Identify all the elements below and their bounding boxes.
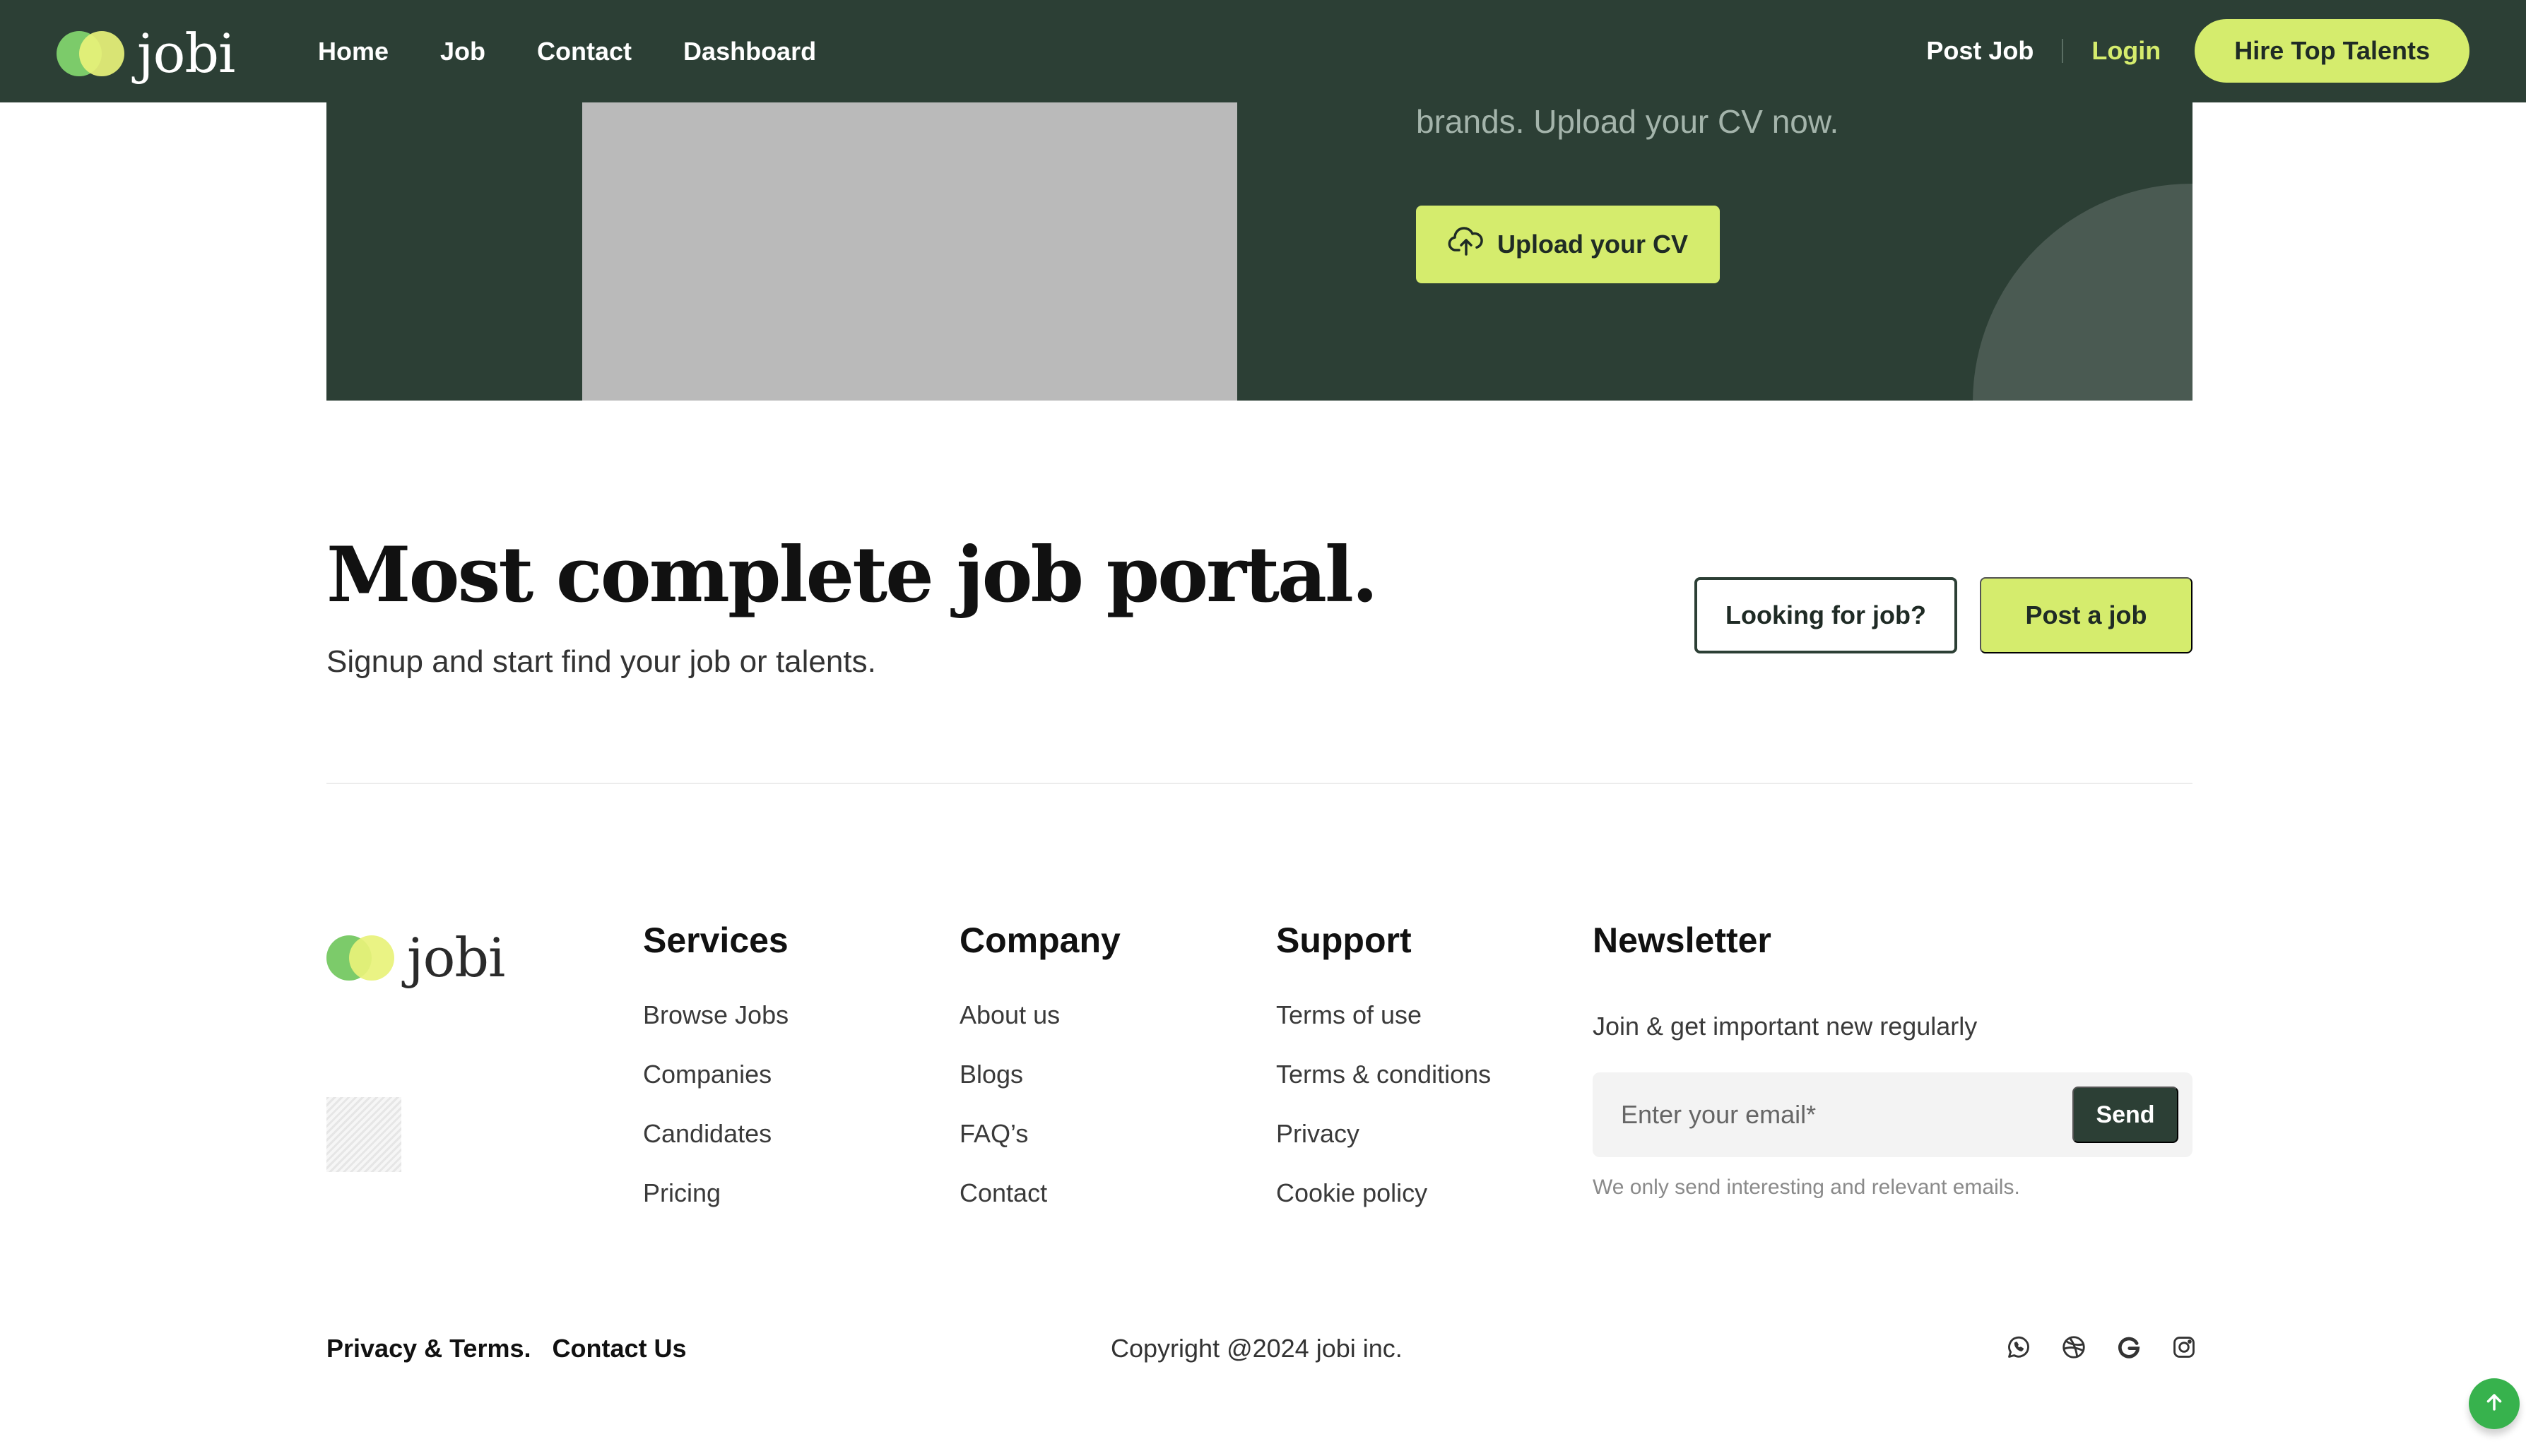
cta-subtitle: Signup and start find your job or talent…	[326, 644, 876, 679]
footer-link-browse-jobs[interactable]: Browse Jobs	[643, 1000, 789, 1060]
footer-link-terms-of-use[interactable]: Terms of use	[1276, 1000, 1491, 1060]
top-navbar: jobi Home Job Contact Dashboard Post Job…	[0, 0, 2526, 102]
services-heading: Services	[643, 921, 789, 960]
footer-link-terms-conditions[interactable]: Terms & conditions	[1276, 1060, 1491, 1119]
social-links	[2005, 1334, 2197, 1361]
footer-link-faqs[interactable]: FAQ’s	[960, 1119, 1121, 1178]
contact-us-link[interactable]: Contact Us	[553, 1334, 687, 1363]
instagram-icon[interactable]	[2171, 1334, 2197, 1361]
privacy-terms-link[interactable]: Privacy & Terms.	[326, 1334, 531, 1363]
header-actions: Post Job Login Hire Top Talents	[1926, 19, 2469, 83]
looking-for-job-button[interactable]: Looking for job?	[1694, 577, 1957, 653]
logo-mark	[57, 31, 124, 76]
upload-cv-button[interactable]: Upload your CV	[1416, 206, 1720, 283]
newsletter-form: Send	[1593, 1072, 2192, 1157]
footer-link-pricing[interactable]: Pricing	[643, 1178, 789, 1238]
banner-image	[582, 102, 1237, 401]
scroll-to-top-button[interactable]	[2469, 1378, 2520, 1429]
footer-link-privacy[interactable]: Privacy	[1276, 1119, 1491, 1178]
arrow-up-icon	[2482, 1390, 2506, 1418]
newsletter: Newsletter Join & get important new regu…	[1593, 920, 2192, 1199]
whatsapp-icon[interactable]	[2005, 1334, 2032, 1361]
footer-services: Services Browse Jobs Companies Candidate…	[643, 920, 789, 1238]
email-input[interactable]	[1621, 1072, 2045, 1157]
post-job-link[interactable]: Post Job	[1926, 36, 2034, 66]
footer-link-candidates[interactable]: Candidates	[643, 1119, 789, 1178]
footer-link-about-us[interactable]: About us	[960, 1000, 1121, 1060]
upload-cv-label: Upload your CV	[1497, 230, 1689, 259]
footer-company: Company About us Blogs FAQ’s Contact	[960, 920, 1121, 1238]
footer-logo[interactable]: jobi	[326, 926, 505, 989]
footer-link-cookie-policy[interactable]: Cookie policy	[1276, 1178, 1491, 1238]
nav-dashboard[interactable]: Dashboard	[683, 37, 816, 66]
logo-text: jobi	[137, 22, 235, 85]
hire-top-talents-button[interactable]: Hire Top Talents	[2195, 19, 2469, 83]
login-link[interactable]: Login	[2091, 36, 2161, 66]
nav-home[interactable]: Home	[318, 37, 389, 66]
footer-link-contact[interactable]: Contact	[960, 1178, 1121, 1238]
copyright-text: Copyright @2024 jobi inc.	[1111, 1334, 1403, 1363]
newsletter-subtitle: Join & get important new regularly	[1593, 1012, 1978, 1041]
section-divider	[326, 783, 2192, 784]
upload-cloud-icon	[1448, 226, 1485, 264]
nav-contact[interactable]: Contact	[537, 37, 632, 66]
footer-image-placeholder	[326, 1097, 401, 1172]
newsletter-note: We only send interesting and relevant em…	[1593, 1176, 2020, 1199]
footer-link-companies[interactable]: Companies	[643, 1060, 789, 1119]
newsletter-heading: Newsletter	[1593, 921, 1771, 960]
company-heading: Company	[960, 921, 1121, 960]
footer-link-blogs[interactable]: Blogs	[960, 1060, 1121, 1119]
post-a-job-button[interactable]: Post a job	[1980, 577, 2192, 653]
decorative-circle	[1973, 184, 2192, 401]
cta-title: Most complete job portal.	[326, 531, 1379, 620]
banner-text: brands. Upload your CV now.	[1416, 103, 1839, 140]
header-logo[interactable]: jobi	[57, 27, 235, 81]
footer-bottom-links: Privacy & Terms. Contact Us	[326, 1334, 687, 1363]
google-icon[interactable]	[2115, 1334, 2142, 1361]
header-separator	[2062, 39, 2064, 63]
logo-mark	[326, 935, 394, 981]
nav-job[interactable]: Job	[440, 37, 485, 66]
send-button[interactable]: Send	[2072, 1087, 2178, 1143]
dribbble-icon[interactable]	[2060, 1334, 2087, 1361]
upload-cv-banner: brands. Upload your CV now. Upload your …	[326, 102, 2192, 401]
main-nav: Home Job Contact Dashboard	[318, 0, 816, 102]
support-heading: Support	[1276, 921, 1412, 960]
footer-support: Support Terms of use Terms & conditions …	[1276, 920, 1491, 1238]
logo-text: jobi	[407, 926, 505, 989]
